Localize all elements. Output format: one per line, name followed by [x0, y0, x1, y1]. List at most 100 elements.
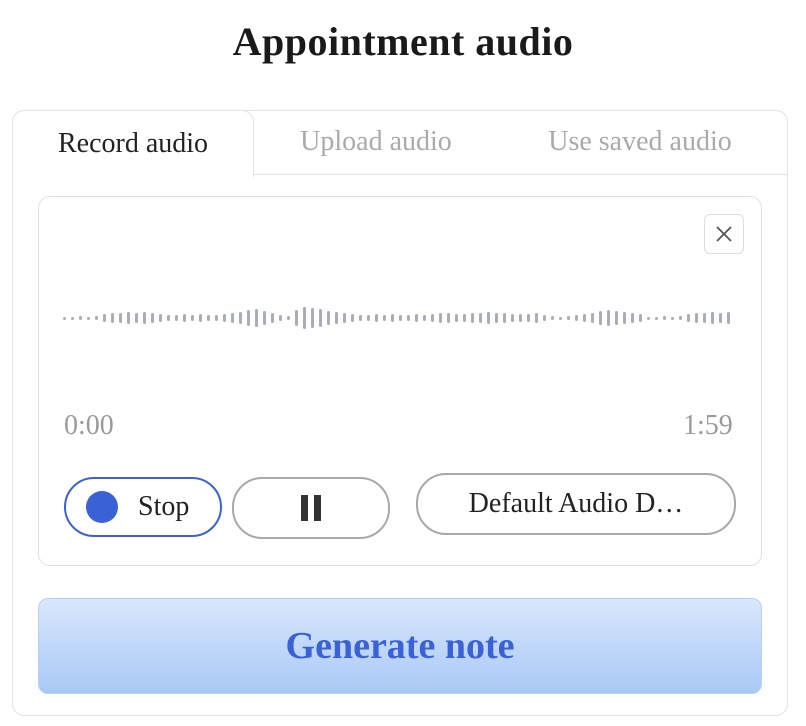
waveform-bar — [287, 316, 290, 320]
waveform-bar — [231, 313, 234, 323]
waveform-bar — [727, 312, 730, 324]
waveform-bar — [535, 313, 538, 323]
audio-device-select[interactable]: Default Audio D… — [416, 473, 736, 535]
waveform-bar — [215, 315, 218, 321]
waveform-bar — [71, 317, 74, 320]
waveform-bar — [487, 312, 490, 324]
waveform-bar — [239, 312, 242, 324]
waveform-bar — [311, 308, 314, 328]
waveform[interactable] — [62, 296, 734, 340]
waveform-bar — [399, 315, 402, 321]
waveform-bar — [527, 314, 530, 322]
page-title: Appointment audio — [232, 19, 574, 64]
waveform-bar — [127, 312, 130, 324]
waveform-bar — [383, 315, 386, 321]
waveform-bar — [63, 317, 66, 320]
tab-bar: Record audio Upload audio Use saved audi… — [12, 110, 788, 177]
waveform-bar — [343, 313, 346, 323]
tab-record-audio[interactable]: Record audio — [12, 110, 254, 177]
waveform-bar — [455, 314, 458, 322]
waveform-bar — [719, 313, 722, 323]
waveform-bar — [639, 314, 642, 322]
waveform-bar — [495, 313, 498, 323]
waveform-bar — [223, 314, 226, 322]
waveform-bar — [103, 314, 106, 322]
waveform-bar — [263, 311, 266, 325]
waveform-bar — [143, 312, 146, 324]
waveform-bar — [679, 316, 682, 320]
waveform-bar — [551, 316, 554, 320]
waveform-bar — [79, 316, 82, 320]
waveform-bar — [591, 313, 594, 323]
waveform-bar — [295, 310, 298, 326]
stop-label: Stop — [138, 491, 190, 522]
waveform-bar — [431, 314, 434, 322]
pause-button[interactable] — [232, 477, 390, 539]
stop-button[interactable]: Stop — [64, 477, 222, 537]
waveform-bar — [663, 316, 666, 320]
waveform-bar — [279, 315, 282, 321]
close-icon — [716, 226, 732, 242]
waveform-bar — [599, 311, 602, 325]
waveform-bar — [543, 315, 546, 321]
waveform-bar — [159, 314, 162, 322]
waveform-bar — [439, 313, 442, 323]
waveform-bar — [583, 314, 586, 322]
waveform-bar — [303, 307, 306, 329]
waveform-bar — [479, 313, 482, 323]
waveform-bar — [471, 313, 474, 323]
waveform-bar — [207, 315, 210, 321]
tab-upload-audio[interactable]: Upload audio — [274, 110, 478, 174]
waveform-bar — [351, 314, 354, 322]
waveform-bar — [655, 317, 658, 320]
waveform-bar — [647, 317, 650, 320]
waveform-bar — [631, 313, 634, 323]
pause-icon — [301, 495, 321, 521]
waveform-bar — [623, 312, 626, 324]
waveform-bar — [423, 315, 426, 321]
waveform-bar — [247, 310, 250, 326]
waveform-bar — [271, 313, 274, 323]
waveform-bar — [151, 313, 154, 323]
waveform-bar — [119, 313, 122, 323]
waveform-bar — [167, 315, 170, 321]
tab-use-saved-audio[interactable]: Use saved audio — [520, 110, 760, 174]
waveform-bar — [615, 311, 618, 325]
waveform-bar — [711, 312, 714, 324]
waveform-bar — [607, 310, 610, 326]
time-elapsed: 0:00 — [64, 410, 114, 441]
waveform-bar — [327, 311, 330, 325]
waveform-bar — [519, 314, 522, 322]
waveform-bar — [503, 313, 506, 323]
waveform-bar — [671, 317, 674, 320]
waveform-bar — [559, 317, 562, 320]
waveform-bar — [375, 314, 378, 322]
waveform-bar — [175, 315, 178, 321]
waveform-bar — [335, 312, 338, 324]
waveform-bar — [199, 314, 202, 322]
waveform-bar — [415, 314, 418, 322]
waveform-bar — [319, 309, 322, 327]
waveform-bar — [359, 315, 362, 321]
waveform-bar — [183, 314, 186, 322]
waveform-bar — [191, 315, 194, 321]
waveform-bar — [111, 313, 114, 323]
waveform-bar — [687, 314, 690, 322]
waveform-bar — [135, 313, 138, 323]
waveform-bar — [447, 313, 450, 323]
waveform-bar — [95, 316, 98, 320]
waveform-bar — [463, 314, 466, 322]
time-total: 1:59 — [683, 410, 733, 441]
waveform-bar — [695, 313, 698, 323]
waveform-bar — [575, 315, 578, 321]
waveform-bar — [407, 315, 410, 321]
waveform-bar — [511, 314, 514, 322]
waveform-bar — [367, 315, 370, 321]
generate-note-button[interactable]: Generate note — [38, 598, 762, 694]
waveform-bar — [703, 313, 706, 323]
waveform-bar — [567, 316, 570, 320]
waveform-bar — [255, 309, 258, 327]
close-button[interactable] — [704, 214, 744, 254]
record-dot-icon — [86, 491, 118, 523]
waveform-bar — [87, 317, 90, 320]
